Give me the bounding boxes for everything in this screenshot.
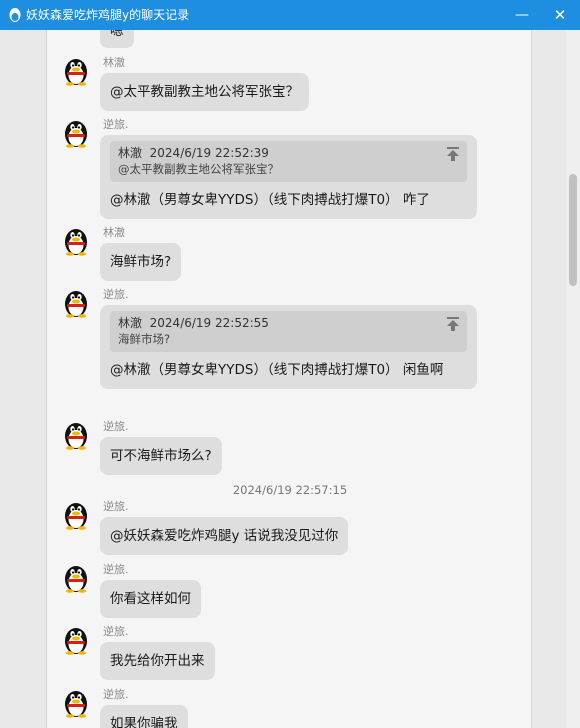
quote-author: 林澈 xyxy=(118,316,143,330)
sender-name[interactable]: 逆旅. xyxy=(103,116,129,132)
message-bubble[interactable]: 林澈 2024/6/19 22:52:39 @太平教副教主地公将军张宝？ @林澈… xyxy=(100,135,477,219)
time-divider: 2024/6/19 22:57:15 xyxy=(232,483,348,497)
vertical-scrollbar[interactable] xyxy=(566,30,580,728)
sender-name[interactable]: 林澈 xyxy=(103,224,125,240)
quote-time: 2024/6/19 22:52:39 xyxy=(149,146,269,160)
quote-time: 2024/6/19 22:52:55 xyxy=(149,316,269,330)
scrollbar-thumb[interactable] xyxy=(569,174,577,286)
message-text: 你看这样如何 xyxy=(110,591,191,607)
quote-header: 林澈 2024/6/19 22:52:39 xyxy=(118,145,459,161)
message-bubble[interactable]: 林澈 2024/6/19 22:52:55 海鲜市场? @林澈（男尊女卑YYDS… xyxy=(100,305,477,389)
quote-author: 林澈 xyxy=(118,146,143,160)
quoted-message[interactable]: 林澈 2024/6/19 22:52:39 @太平教副教主地公将军张宝？ xyxy=(110,141,467,182)
message-text: @林澈（男尊女卑YYDS）（线下肉搏战打爆T0） 咋了 xyxy=(110,192,430,208)
message-bubble[interactable]: 可不海鲜市场么? xyxy=(100,437,222,475)
qq-penguin-avatar-icon[interactable] xyxy=(63,226,89,256)
minimize-button[interactable]: — xyxy=(504,0,540,30)
close-button[interactable]: ✕ xyxy=(542,0,578,30)
qq-penguin-avatar-icon[interactable] xyxy=(63,288,89,318)
message-text: @太平教副教主地公将军张宝？ xyxy=(110,84,299,100)
jump-to-top-arrow-icon[interactable] xyxy=(447,317,459,331)
message-text: 我先给你开出来 xyxy=(110,653,205,669)
quoted-message[interactable]: 林澈 2024/6/19 22:52:55 海鲜市场? xyxy=(110,311,467,352)
sender-name[interactable]: 逆旅. xyxy=(103,418,129,434)
qq-penguin-avatar-icon[interactable] xyxy=(63,118,89,148)
message-bubble[interactable]: 如果你骗我 xyxy=(100,705,188,728)
qq-penguin-avatar-icon[interactable] xyxy=(63,420,89,450)
sender-name[interactable]: 逆旅. xyxy=(103,623,129,639)
message-text: 嗯 xyxy=(110,30,124,39)
message-text: 如果你骗我 xyxy=(110,716,178,728)
message-bubble[interactable]: 我先给你开出来 xyxy=(100,642,215,680)
message-text: 可不海鲜市场么? xyxy=(110,448,212,464)
qq-penguin-avatar-icon[interactable] xyxy=(63,563,89,593)
message-text: @林澈（男尊女卑YYDS）（线下肉搏战打爆T0） 闲鱼啊 xyxy=(110,362,444,378)
window-title: 妖妖森爱吃炸鸡腿y的聊天记录 xyxy=(26,8,190,22)
qq-penguin-icon xyxy=(9,8,21,22)
sender-name[interactable]: 林澈 xyxy=(103,54,125,70)
message-bubble[interactable]: 你看这样如何 xyxy=(100,580,201,618)
qq-penguin-avatar-icon[interactable] xyxy=(63,500,89,530)
sender-name[interactable]: 逆旅. xyxy=(103,686,129,702)
message-bubble[interactable]: 海鲜市场? xyxy=(100,243,182,281)
qq-penguin-avatar-icon[interactable] xyxy=(63,56,89,86)
message-text: @妖妖森爱吃炸鸡腿y 话说我没见过你 xyxy=(110,528,339,544)
message-bubble-cutoff[interactable]: 嗯 xyxy=(100,30,134,48)
jump-to-top-arrow-icon[interactable] xyxy=(447,147,459,161)
qq-penguin-avatar-icon[interactable] xyxy=(63,625,89,655)
message-bubble[interactable]: @妖妖森爱吃炸鸡腿y 话说我没见过你 xyxy=(100,517,349,555)
quote-text: @太平教副教主地公将军张宝？ xyxy=(118,162,279,176)
sender-name[interactable]: 逆旅. xyxy=(103,561,129,577)
qq-penguin-avatar-icon[interactable] xyxy=(63,688,89,718)
title-bar: 妖妖森爱吃炸鸡腿y的聊天记录 — ✕ xyxy=(0,0,580,30)
message-list: 嗯 林澈 @太平教副教主地公将军张宝？ 逆旅. 林澈 2024/6/19 22:… xyxy=(46,30,532,728)
quote-text: 海鲜市场? xyxy=(118,332,171,346)
message-text: 海鲜市场? xyxy=(110,254,172,270)
sender-name[interactable]: 逆旅. xyxy=(103,498,129,514)
message-bubble[interactable]: @太平教副教主地公将军张宝？ xyxy=(100,73,309,111)
sender-name[interactable]: 逆旅. xyxy=(103,286,129,302)
quote-header: 林澈 2024/6/19 22:52:55 xyxy=(118,315,459,331)
chat-history-area[interactable]: 嗯 林澈 @太平教副教主地公将军张宝？ 逆旅. 林澈 2024/6/19 22:… xyxy=(0,30,580,728)
